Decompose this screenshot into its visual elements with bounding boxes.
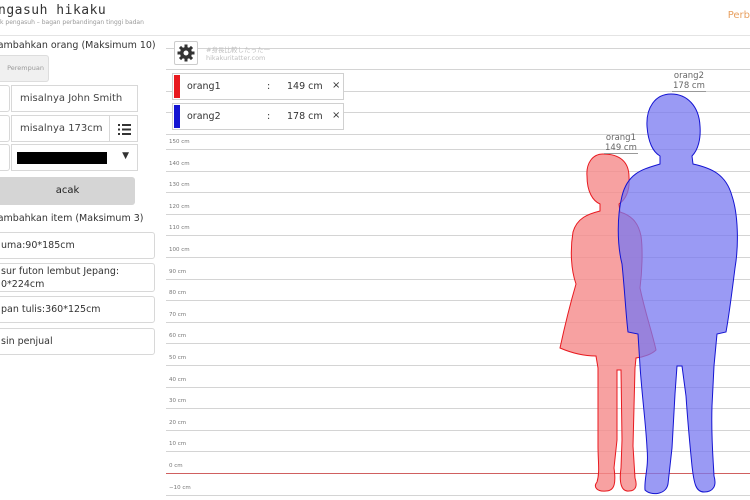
watermark-hashtag: #身長比較したった一 [206, 46, 270, 54]
add-item-label: tambahkan item (Maksimum 3) [0, 213, 144, 224]
item-label: sur futon lembut Jepang: [1, 266, 120, 277]
height-list-button[interactable] [109, 115, 138, 142]
settings-button[interactable] [174, 41, 198, 65]
item-button[interactable]: uma:90*185cm [0, 232, 155, 259]
row-prefix [0, 85, 10, 112]
app-header: ngasuh hikaku k pengasuh – bagan perband… [0, 0, 750, 36]
row-prefix [0, 144, 10, 171]
legend-color-swatch [174, 75, 180, 98]
legend-name: orang1 [187, 81, 221, 92]
list-icon [118, 124, 131, 135]
add-person-label: tambahkan orang (Maksimum 10) [0, 40, 156, 51]
person-label-orang2: orang2 178 cm [672, 71, 706, 92]
name-input[interactable]: misalnya John Smith [11, 85, 138, 112]
item-label: pan tulis:360*125cm [1, 304, 101, 315]
person-label-orang1: orang1 149 cm [604, 133, 638, 154]
close-icon[interactable]: × [332, 80, 340, 91]
close-icon[interactable]: × [332, 110, 340, 121]
legend-row-orang1[interactable]: orang1 : 149 cm × [172, 73, 344, 100]
app-title: ngasuh hikaku [0, 3, 107, 18]
legend-height: 178 cm [287, 111, 323, 122]
app-subtitle: k pengasuh – bagan perbandingan tinggi b… [0, 19, 144, 26]
item-label: sin penjual otomatis:114*197cm [1, 336, 53, 347]
person-label-height: 149 cm [604, 143, 638, 154]
control-panel: tambahkan orang (Maksimum 10) Perempuan … [0, 36, 160, 500]
gear-icon [177, 44, 195, 62]
row-prefix [0, 115, 10, 142]
color-swatch [17, 152, 107, 164]
height-chart: 150 cm 140 cm 130 cm 120 cm 110 cm 100 cm 90 c… [166, 36, 750, 500]
legend-color-swatch [174, 105, 180, 128]
person-label-height: 178 cm [672, 81, 706, 92]
legend-separator: : [267, 81, 271, 92]
item-button[interactable]: sin penjual otomatis:114*197cm [0, 328, 155, 355]
header-link[interactable]: Perb [728, 10, 750, 21]
person-label-name: orang1 [605, 133, 636, 143]
legend-separator: : [267, 111, 271, 122]
person-label-name: orang2 [673, 71, 704, 81]
gender-button[interactable]: Perempuan [0, 55, 49, 82]
height-input[interactable]: misalnya 173cm [11, 115, 110, 142]
legend-height: 149 cm [287, 81, 323, 92]
caret-down-icon: ▼ [122, 151, 129, 161]
random-button[interactable]: acak [0, 177, 135, 205]
item-label-line2: 0*224cm [1, 279, 45, 290]
legend-name: orang2 [187, 111, 221, 122]
item-button[interactable]: sur futon lembut Jepang: 0*224cm [0, 263, 155, 292]
item-button[interactable]: pan tulis:360*125cm [0, 296, 155, 323]
watermark-url: hikakuritatter.com [206, 54, 266, 62]
legend-row-orang2[interactable]: orang2 : 178 cm × [172, 103, 344, 130]
color-select[interactable]: ▼ [11, 144, 138, 171]
item-label: uma:90*185cm [1, 240, 75, 251]
